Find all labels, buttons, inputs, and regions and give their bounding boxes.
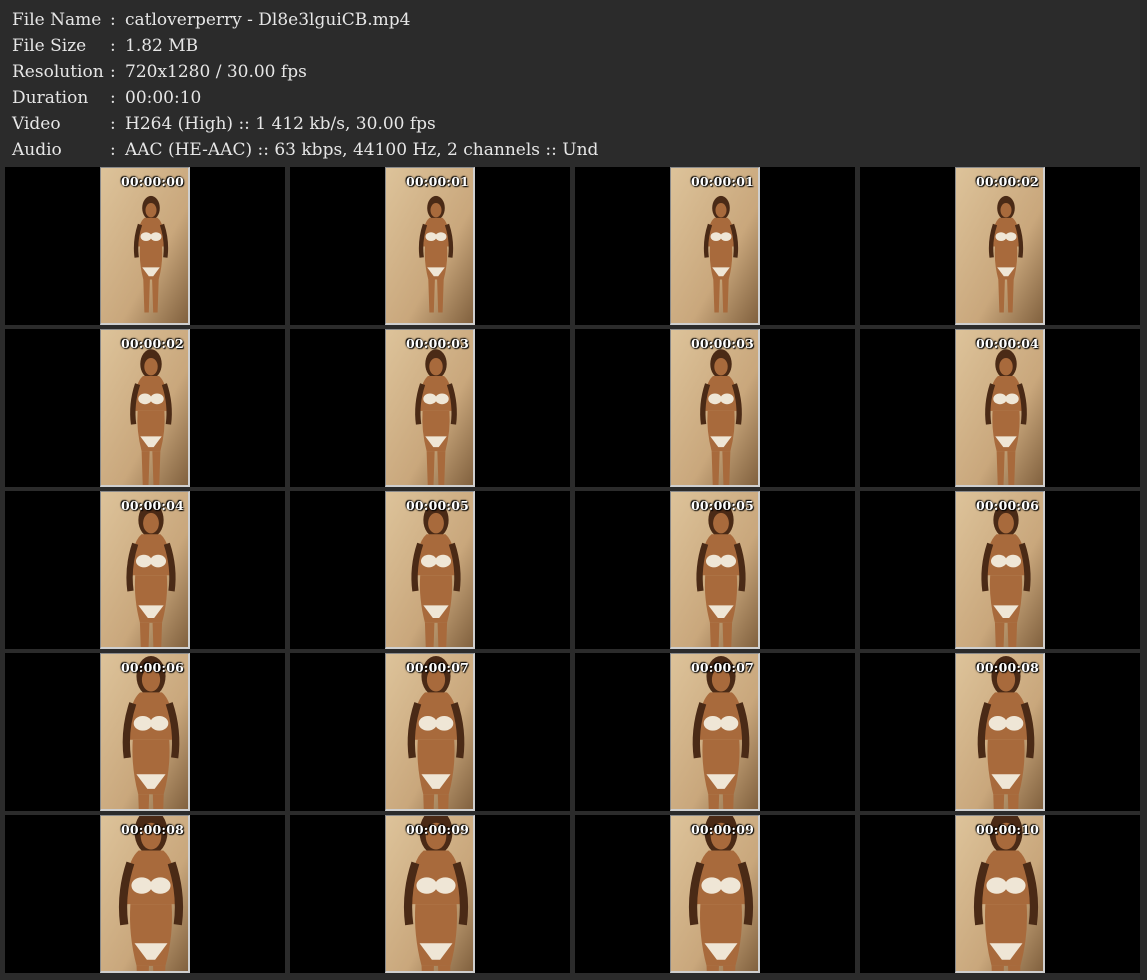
timestamp-label: 00:00:04: [120, 498, 184, 513]
thumbnail-cell: 00:00:01: [290, 167, 570, 325]
separator: :: [110, 114, 116, 134]
video-frame-thumbnail: 00:00:10: [955, 815, 1045, 973]
video-frame-thumbnail: 00:00:05: [670, 491, 760, 649]
video-frame-thumbnail: 00:00:06: [100, 653, 190, 811]
thumbnail-cell: 00:00:08: [860, 653, 1140, 811]
timestamp-label: 00:00:05: [690, 498, 754, 513]
video-frame-thumbnail: 00:00:05: [385, 491, 475, 649]
duration-label: Duration: [12, 88, 89, 108]
timestamp-label: 00:00:00: [120, 174, 184, 189]
audio-label: Audio: [12, 140, 62, 160]
file-size-value: 1.82 MB: [125, 36, 199, 56]
timestamp-label: 00:00:06: [975, 498, 1039, 513]
resolution-value: 720x1280 / 30.00 fps: [125, 62, 307, 82]
video-frame-thumbnail: 00:00:07: [385, 653, 475, 811]
video-frame-thumbnail: 00:00:03: [385, 329, 475, 487]
duration-value: 00:00:10: [125, 88, 202, 108]
separator: :: [110, 88, 116, 108]
thumbnail-cell: 00:00:10: [860, 815, 1140, 973]
thumbnail-cell: 00:00:06: [860, 491, 1140, 649]
timestamp-label: 00:00:03: [690, 336, 754, 351]
video-label: Video: [12, 114, 61, 134]
video-frame-thumbnail: 00:00:04: [955, 329, 1045, 487]
timestamp-label: 00:00:09: [690, 822, 754, 837]
thumbnail-cell: 00:00:08: [5, 815, 285, 973]
thumbnail-cell: 00:00:02: [5, 329, 285, 487]
thumbnail-cell: 00:00:07: [575, 653, 855, 811]
separator: :: [110, 140, 116, 160]
timestamp-label: 00:00:02: [120, 336, 184, 351]
separator: :: [110, 62, 116, 82]
resolution-label: Resolution: [12, 62, 104, 82]
timestamp-label: 00:00:07: [690, 660, 754, 675]
timestamp-label: 00:00:04: [975, 336, 1039, 351]
timestamp-label: 00:00:06: [120, 660, 184, 675]
thumbnail-cell: 00:00:09: [290, 815, 570, 973]
video-frame-thumbnail: 00:00:01: [670, 167, 760, 325]
thumbnail-cell: 00:00:09: [575, 815, 855, 973]
video-frame-thumbnail: 00:00:06: [955, 491, 1045, 649]
video-frame-thumbnail: 00:00:09: [385, 815, 475, 973]
thumbnail-cell: 00:00:05: [575, 491, 855, 649]
resolution-row: Resolution : 720x1280 / 30.00 fps: [12, 59, 307, 85]
timestamp-label: 00:00:01: [690, 174, 754, 189]
thumbnail-cell: 00:00:07: [290, 653, 570, 811]
video-frame-thumbnail: 00:00:00: [100, 167, 190, 325]
thumbnail-cell: 00:00:01: [575, 167, 855, 325]
timestamp-label: 00:00:05: [405, 498, 469, 513]
thumbnail-cell: 00:00:05: [290, 491, 570, 649]
timestamp-label: 00:00:02: [975, 174, 1039, 189]
timestamp-label: 00:00:01: [405, 174, 469, 189]
audio-value: AAC (HE-AAC) :: 63 kbps, 44100 Hz, 2 cha…: [125, 140, 599, 160]
file-name-label: File Name: [12, 10, 102, 30]
file-size-row: File Size : 1.82 MB: [12, 33, 198, 59]
file-size-label: File Size: [12, 36, 87, 56]
audio-row: Audio : AAC (HE-AAC) :: 63 kbps, 44100 H…: [12, 137, 598, 163]
duration-row: Duration : 00:00:10: [12, 85, 201, 111]
thumbnail-grid: 00:00:00 00:00:01 00:00:01 00:00:02 00:00:02…: [5, 167, 1142, 977]
timestamp-label: 00:00:07: [405, 660, 469, 675]
thumbnail-cell: 00:00:00: [5, 167, 285, 325]
video-frame-thumbnail: 00:00:02: [955, 167, 1045, 325]
thumbnail-cell: 00:00:03: [575, 329, 855, 487]
thumbnail-cell: 00:00:04: [5, 491, 285, 649]
video-frame-thumbnail: 00:00:07: [670, 653, 760, 811]
timestamp-label: 00:00:08: [975, 660, 1039, 675]
video-frame-thumbnail: 00:00:02: [100, 329, 190, 487]
video-frame-thumbnail: 00:00:04: [100, 491, 190, 649]
file-info-panel: File Name : catloverperry - Dl8e3lguiCB.…: [0, 0, 1147, 166]
file-name-row: File Name : catloverperry - Dl8e3lguiCB.…: [12, 7, 411, 33]
file-name-value: catloverperry - Dl8e3lguiCB.mp4: [125, 10, 411, 30]
thumbnail-cell: 00:00:06: [5, 653, 285, 811]
timestamp-label: 00:00:10: [975, 822, 1039, 837]
thumbnail-cell: 00:00:04: [860, 329, 1140, 487]
video-row: Video : H264 (High) :: 1 412 kb/s, 30.00…: [12, 111, 436, 137]
video-frame-thumbnail: 00:00:09: [670, 815, 760, 973]
video-frame-thumbnail: 00:00:08: [100, 815, 190, 973]
video-frame-thumbnail: 00:00:03: [670, 329, 760, 487]
timestamp-label: 00:00:03: [405, 336, 469, 351]
timestamp-label: 00:00:09: [405, 822, 469, 837]
timestamp-label: 00:00:08: [120, 822, 184, 837]
separator: :: [110, 36, 116, 56]
video-frame-thumbnail: 00:00:08: [955, 653, 1045, 811]
thumbnail-cell: 00:00:03: [290, 329, 570, 487]
thumbnail-cell: 00:00:02: [860, 167, 1140, 325]
video-value: H264 (High) :: 1 412 kb/s, 30.00 fps: [125, 114, 436, 134]
separator: :: [110, 10, 116, 30]
video-frame-thumbnail: 00:00:01: [385, 167, 475, 325]
